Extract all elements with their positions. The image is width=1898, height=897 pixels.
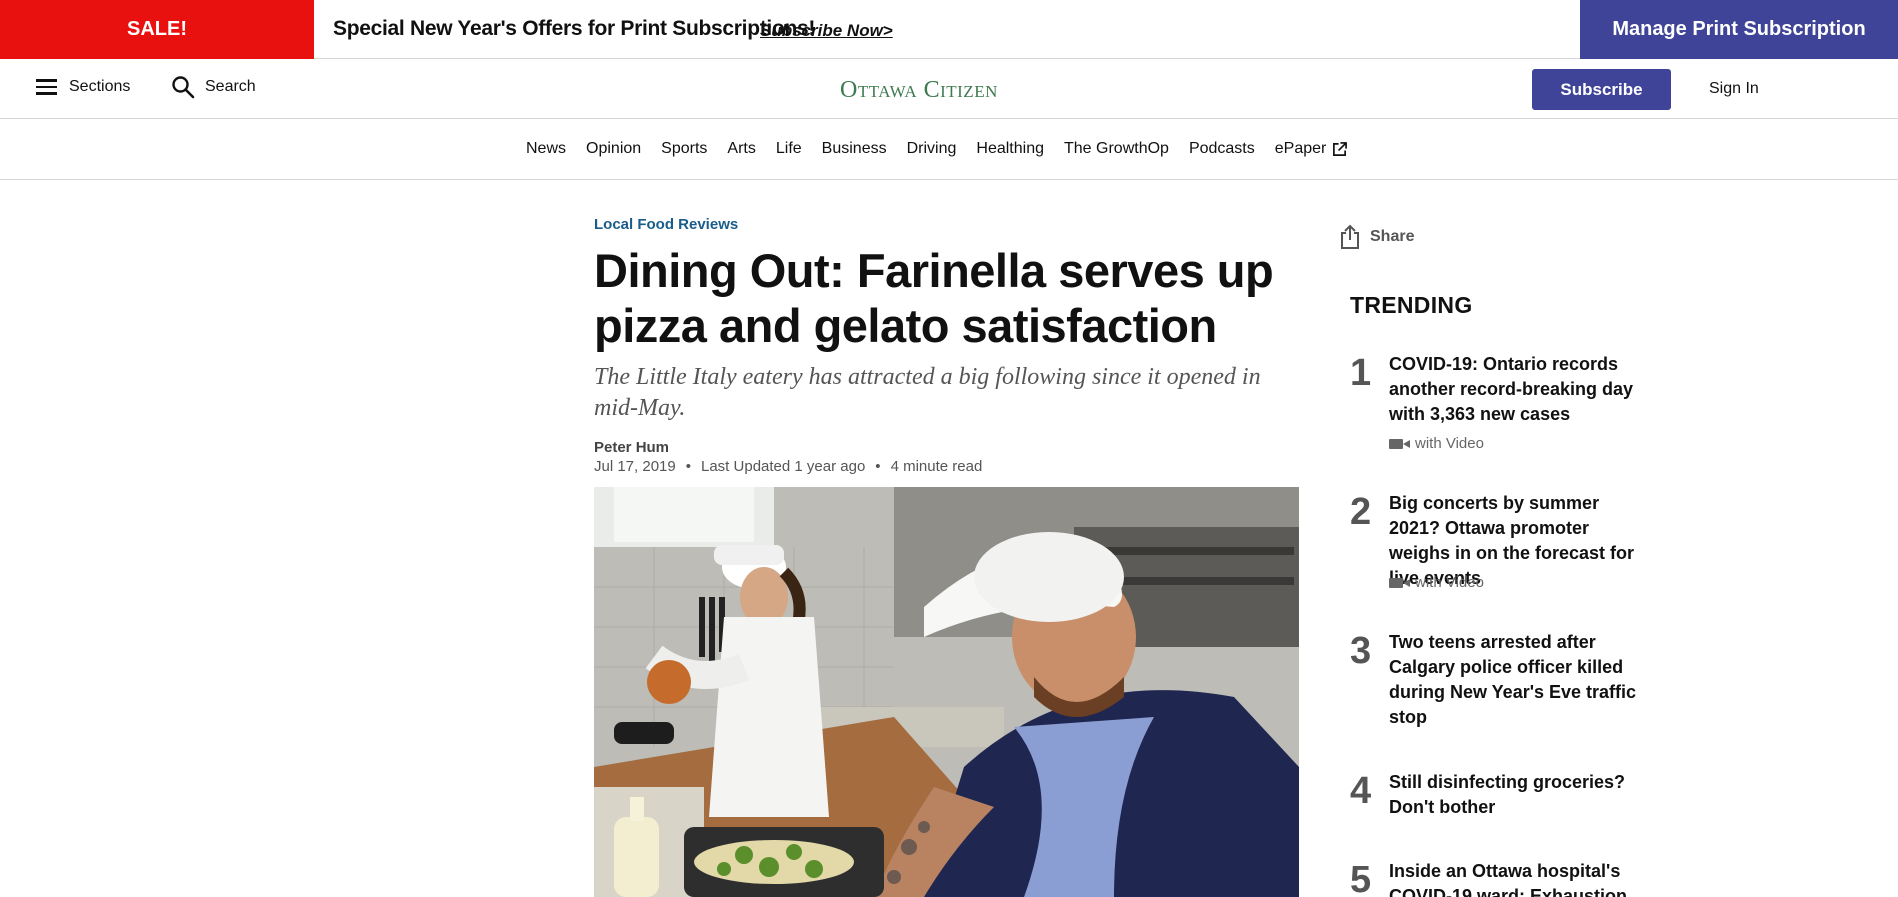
- search-icon: [172, 76, 195, 99]
- site-logo[interactable]: Ottawa Citizen: [840, 77, 998, 104]
- hero-photo-illustration: [594, 487, 1299, 897]
- sign-in-link[interactable]: Sign In: [1709, 80, 1759, 98]
- trending-headline[interactable]: Two teens arrested after Calgary police …: [1389, 630, 1649, 730]
- trending-title: TRENDING: [1350, 292, 1473, 318]
- trending-item[interactable]: 1 COVID-19: Ontario records another reco…: [1350, 352, 1650, 472]
- manage-print-subscription-button[interactable]: Manage Print Subscription: [1580, 0, 1898, 59]
- share-label: Share: [1370, 228, 1415, 245]
- sections-label: Sections: [69, 78, 131, 95]
- nav-item-healthing[interactable]: Healthing: [976, 140, 1044, 158]
- video-label: with Video: [1415, 435, 1484, 452]
- last-updated: Last Updated 1 year ago: [701, 458, 866, 475]
- publish-date: Jul 17, 2019: [594, 458, 676, 475]
- trending-rank: 1: [1350, 352, 1372, 394]
- hamburger-icon: [36, 79, 57, 95]
- hero-image[interactable]: [594, 487, 1299, 897]
- sale-label: SALE!: [127, 18, 187, 40]
- search-label: Search: [205, 78, 256, 95]
- share-icon: [1341, 224, 1359, 249]
- sale-badge[interactable]: SALE!: [0, 0, 314, 59]
- nav-item-driving[interactable]: Driving: [907, 140, 957, 158]
- nav-item-podcasts[interactable]: Podcasts: [1189, 140, 1255, 158]
- trending-item[interactable]: 2 Big concerts by summer 2021? Ottawa pr…: [1350, 491, 1650, 611]
- trending-rank: 5: [1350, 859, 1372, 897]
- nav-item-growthop[interactable]: The GrowthOp: [1064, 140, 1169, 158]
- main-nav: News Opinion Sports Arts Life Business D…: [0, 119, 1898, 180]
- nav-item-opinion[interactable]: Opinion: [586, 140, 641, 158]
- nav-item-sports[interactable]: Sports: [661, 140, 707, 158]
- trending-rank: 3: [1350, 630, 1372, 672]
- search-button[interactable]: Search: [171, 75, 256, 99]
- trending-headline[interactable]: Inside an Ottawa hospital's COVID-19 war…: [1389, 859, 1649, 897]
- nav-item-arts[interactable]: Arts: [727, 140, 755, 158]
- video-badge: with Video: [1389, 574, 1484, 591]
- masthead: Sections Search Ottawa Citizen Subscribe…: [0, 59, 1898, 119]
- subscribe-button[interactable]: Subscribe: [1532, 69, 1671, 110]
- trending-rank: 4: [1350, 770, 1372, 812]
- video-camera-icon: [1389, 577, 1410, 588]
- video-label: with Video: [1415, 574, 1484, 591]
- trending-item[interactable]: 4 Still disinfecting groceries? Don't bo…: [1350, 770, 1650, 830]
- trending-rank: 2: [1350, 491, 1372, 533]
- trending-headline[interactable]: Still disinfecting groceries? Don't both…: [1389, 770, 1649, 820]
- manage-label: Manage Print Subscription: [1612, 18, 1866, 40]
- article-deck: The Little Italy eatery has attracted a …: [594, 364, 1261, 421]
- subscribe-now-link[interactable]: Subscribe Now>: [760, 21, 893, 41]
- trending-item[interactable]: 3 Two teens arrested after Calgary polic…: [1350, 630, 1650, 740]
- meta-separator: •: [875, 458, 881, 475]
- trending-item[interactable]: 5 Inside an Ottawa hospital's COVID-19 w…: [1350, 859, 1650, 897]
- article-headline: Dining Out: Farinella serves up pizza an…: [594, 244, 1274, 352]
- share-button[interactable]: Share: [1340, 224, 1414, 250]
- meta-separator: •: [685, 458, 691, 475]
- read-time: 4 minute read: [890, 458, 983, 475]
- nav-item-epaper[interactable]: ePaper: [1275, 140, 1348, 158]
- trending-headline[interactable]: COVID-19: Ontario records another record…: [1389, 352, 1649, 427]
- promo-bar: SALE! Special New Year's Offers for Prin…: [0, 0, 1898, 59]
- sections-button[interactable]: Sections: [36, 78, 130, 96]
- video-camera-icon: [1389, 438, 1410, 449]
- video-badge: with Video: [1389, 435, 1484, 452]
- nav-list: News Opinion Sports Arts Life Business D…: [526, 140, 1367, 158]
- nav-item-life[interactable]: Life: [776, 140, 802, 158]
- author-name[interactable]: Peter Hum: [594, 439, 669, 456]
- nav-item-business[interactable]: Business: [822, 140, 887, 158]
- article-meta: Jul 17, 2019 • Last Updated 1 year ago •…: [594, 458, 982, 475]
- article-category[interactable]: Local Food Reviews: [594, 216, 738, 233]
- promo-text: Special New Year's Offers for Print Subs…: [333, 17, 816, 40]
- external-link-icon: [1333, 141, 1348, 156]
- nav-item-news[interactable]: News: [526, 140, 566, 158]
- epaper-label: ePaper: [1274, 140, 1327, 157]
- subscribe-label: Subscribe: [1560, 79, 1643, 99]
